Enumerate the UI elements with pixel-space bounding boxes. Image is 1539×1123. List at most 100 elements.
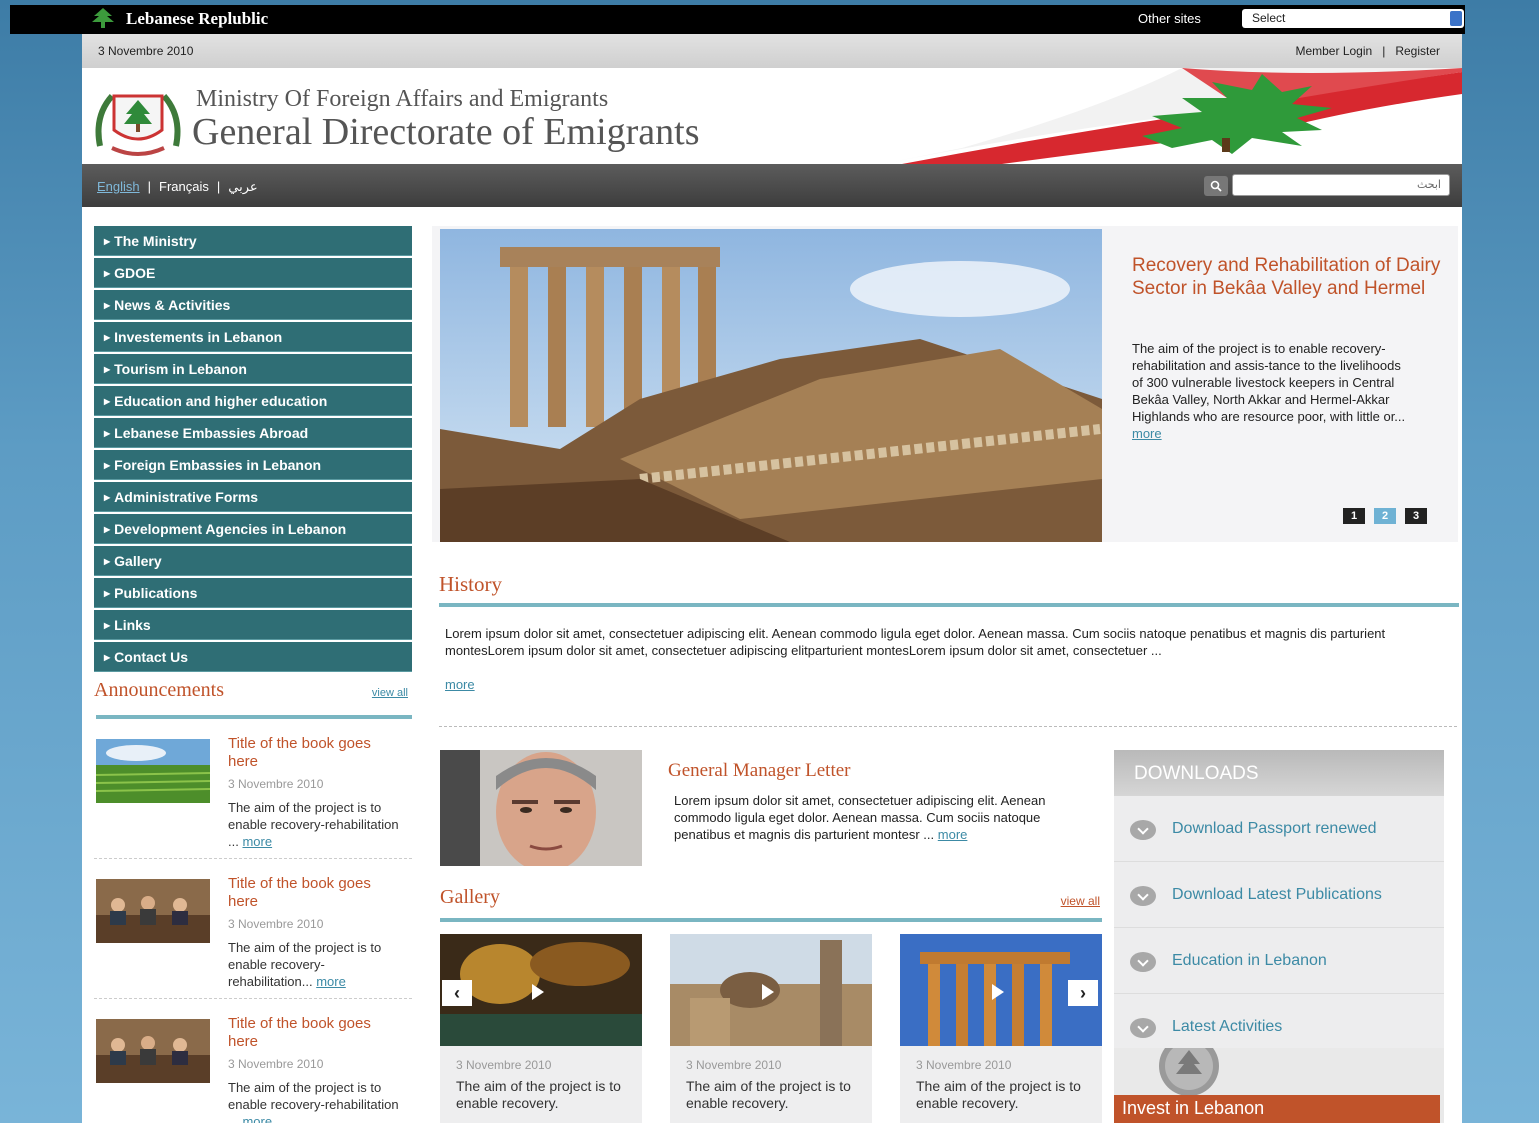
general-manager-portrait[interactable] [440, 750, 642, 866]
download-item[interactable]: Download Latest Publications [1114, 862, 1444, 928]
nav-item-links[interactable]: ▶ Links [94, 610, 412, 640]
search-input[interactable]: ابحث [1232, 174, 1450, 196]
announcement-title-link[interactable]: Title of the book goes here [228, 1015, 388, 1051]
gallery-prev-button[interactable]: ‹ [442, 980, 472, 1006]
triangle-right-icon: ▶ [104, 653, 111, 662]
meeting-thumbnail-image[interactable] [96, 879, 210, 943]
nav-item-gallery[interactable]: ▶ Gallery [94, 546, 412, 576]
nav-item-publications[interactable]: ▶ Publications [94, 578, 412, 608]
announcement-more-link[interactable]: more [242, 1114, 272, 1123]
lang-french[interactable]: Français [159, 179, 209, 194]
lang-english[interactable]: English [97, 179, 140, 194]
page-container: 3 Novembre 2010 Member Login | Register Mi… [82, 34, 1462, 1123]
nav-item-contact-us[interactable]: ▶ Contact Us [94, 642, 412, 672]
gm-letter-text: Lorem ipsum dolor sit amet, consectetuer… [674, 792, 1094, 843]
gallery-desc: The aim of the project is to enable reco… [456, 1078, 621, 1111]
nav-item-lebanese-embassies[interactable]: ▶ Lebanese Embassies Abroad [94, 418, 412, 448]
triangle-right-icon: ▶ [104, 429, 111, 438]
nav-item-label: Development Agencies in Lebanon [114, 521, 347, 537]
member-login-link[interactable]: Member Login [1295, 44, 1372, 58]
announcement-desc: The aim of the project is to enable reco… [228, 939, 404, 990]
chevron-down-circle-icon [1130, 820, 1156, 840]
nav-item-development-agencies[interactable]: ▶ Development Agencies in Lebanon [94, 514, 412, 544]
slide-page-1[interactable]: 1 [1343, 508, 1365, 524]
slider-pagination: 123 [1334, 506, 1427, 524]
announcement-item: Title of the book goes here 3 Novembre 2… [94, 719, 412, 859]
date-bar: 3 Novembre 2010 Member Login | Register [82, 34, 1462, 68]
gallery-card[interactable]: 3 Novembre 2010 The aim of the project i… [900, 934, 1102, 1123]
history-more-link[interactable]: more [445, 677, 1459, 692]
downloads-title: DOWNLOADS [1114, 750, 1444, 796]
history-title: History [439, 572, 502, 596]
announcement-date: 3 Novembre 2010 [228, 777, 324, 791]
download-label: Latest Activities [1172, 1018, 1283, 1035]
play-icon [992, 984, 1004, 1000]
play-icon [532, 984, 544, 1000]
ministry-emblem-logo[interactable] [92, 86, 184, 160]
other-sites-select[interactable]: Select [1242, 9, 1464, 28]
gallery-card[interactable]: 3 Novembre 2010 The aim of the project i… [440, 934, 642, 1123]
slide-title[interactable]: Recovery and Rehabilitation of Dairy Sec… [1132, 254, 1442, 300]
triangle-right-icon: ▶ [104, 461, 111, 470]
slide-more-link[interactable]: more [1132, 426, 1162, 441]
gallery-view-all-link[interactable]: view all [1061, 894, 1100, 908]
gm-letter-more-link[interactable]: more [938, 827, 968, 842]
nav-item-label: Investements in Lebanon [114, 329, 283, 345]
invest-in-lebanon-banner[interactable]: Invest in Lebanon [1114, 1048, 1444, 1123]
announcements-title: Announcements [94, 679, 224, 701]
nav-item-administrative-forms[interactable]: ▶ Administrative Forms [94, 482, 412, 512]
download-item[interactable]: Download Passport renewed [1114, 796, 1444, 862]
field-thumbnail-image[interactable] [96, 739, 210, 803]
announcement-more-link[interactable]: more [316, 974, 346, 989]
nav-item-tourism[interactable]: ▶ Tourism in Lebanon [94, 354, 412, 384]
nav-item-label: Administrative Forms [114, 489, 259, 505]
search-button[interactable] [1204, 176, 1228, 196]
nav-item-label: Publications [114, 585, 198, 601]
baalbek-ruins-image[interactable] [440, 229, 1102, 542]
announcement-date: 3 Novembre 2010 [228, 917, 324, 931]
account-links: Member Login | Register [1295, 44, 1440, 58]
nav-item-foreign-embassies[interactable]: ▶ Foreign Embassies in Lebanon [94, 450, 412, 480]
nav-item-the-ministry[interactable]: ▶ The Ministry [94, 226, 412, 256]
nav-item-education[interactable]: ▶ Education and higher education [94, 386, 412, 416]
triangle-right-icon: ▶ [104, 333, 111, 342]
gallery-date: 3 Novembre 2010 [686, 1058, 782, 1072]
announcements-view-all-link[interactable]: view all [372, 687, 408, 699]
announcement-desc-text: The aim of the project is to enable reco… [228, 940, 382, 989]
nav-item-gdoe[interactable]: ▶ GDOE [94, 258, 412, 288]
gm-letter-title: General Manager Letter [668, 760, 851, 781]
gallery-card[interactable]: 3 Novembre 2010 The aim of the project i… [670, 934, 872, 1123]
nav-item-label: Lebanese Embassies Abroad [114, 425, 309, 441]
gallery-date: 3 Novembre 2010 [916, 1058, 1012, 1072]
search-icon [1210, 180, 1222, 192]
nav-item-investements[interactable]: ▶ Investements in Lebanon [94, 322, 412, 352]
triangle-right-icon: ▶ [104, 397, 111, 406]
lang-arabic[interactable]: عربي [228, 179, 257, 194]
ministry-name: Ministry Of Foreign Affairs and Emigrant… [196, 86, 609, 112]
announcement-item: Title of the book goes here 3 Novembre 2… [94, 859, 412, 999]
nav-item-news-activities[interactable]: ▶ News & Activities [94, 290, 412, 320]
top-bar: Lebanese Replublic Other sites Select [10, 5, 1465, 34]
invest-label: Invest in Lebanon [1114, 1095, 1440, 1123]
announcement-title-link[interactable]: Title of the book goes here [228, 735, 388, 771]
slide-description-text: The aim of the project is to enable reco… [1132, 341, 1406, 424]
announcement-title-link[interactable]: Title of the book goes here [228, 875, 388, 911]
slide-page-2[interactable]: 2 [1374, 508, 1396, 524]
other-sites-label: Other sites [1138, 11, 1201, 26]
announcement-more-link[interactable]: more [242, 834, 272, 849]
triangle-right-icon: ▶ [104, 621, 111, 630]
triangle-right-icon: ▶ [104, 301, 111, 310]
coin-image [1159, 1048, 1219, 1096]
download-item[interactable]: Education in Lebanon [1114, 928, 1444, 994]
current-date: 3 Novembre 2010 [98, 44, 194, 58]
nav-item-label: Contact Us [114, 649, 189, 665]
meeting-thumbnail-image[interactable] [96, 1019, 210, 1083]
slide-page-3[interactable]: 3 [1405, 508, 1427, 524]
chevron-down-circle-icon [1130, 1018, 1156, 1038]
gallery-section: Gallery view all ‹ › 3 Novembre 2010 The… [440, 886, 1102, 1123]
register-link[interactable]: Register [1395, 44, 1440, 58]
main-nav: ▶ The Ministry ▶ GDOE ▶ News & Activities ▶… [94, 226, 412, 674]
gallery-next-button[interactable]: › [1068, 980, 1098, 1006]
cedar-icon [92, 8, 114, 28]
gallery-carousel: ‹ › 3 Novembre 2010 The aim of the proje… [440, 934, 1102, 1123]
